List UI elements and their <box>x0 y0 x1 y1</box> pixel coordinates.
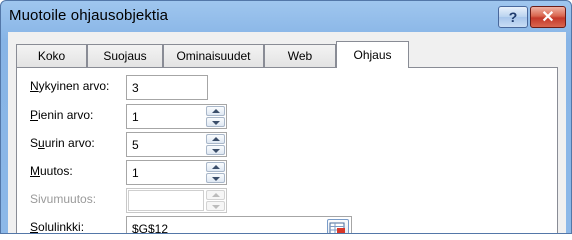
increment-spin-up-button[interactable] <box>206 162 225 172</box>
triangle-down-icon <box>212 205 220 209</box>
minimum-spinner <box>206 106 225 127</box>
maximum-value-text: 5 <box>132 138 139 152</box>
triangle-down-icon <box>212 177 220 181</box>
close-icon: ✕ <box>541 9 555 26</box>
triangle-up-icon <box>212 165 220 169</box>
title-bar[interactable]: Muotoile ohjausobjektia ? ✕ <box>1 1 571 33</box>
tab-label: Web <box>287 49 313 63</box>
close-button[interactable]: ✕ <box>530 6 566 28</box>
page-change-label: Sivumuutos: <box>30 192 97 206</box>
minimum-spin-up-button[interactable] <box>206 106 225 116</box>
increment-value-text: 1 <box>132 166 139 180</box>
tab-ohjaus[interactable]: Ohjaus <box>336 41 409 68</box>
cell-link-label: Solulinkki: <box>30 220 85 234</box>
triangle-down-icon <box>212 149 220 153</box>
tab-web[interactable]: Web <box>264 44 336 67</box>
tab-suojaus[interactable]: Suojaus <box>87 44 163 67</box>
maximum-spin-up-button[interactable] <box>206 134 225 144</box>
page-change-disabled-box <box>128 190 204 211</box>
tab-ominaisuudet[interactable]: Ominaisuudet <box>163 44 264 67</box>
current-value-text: 3 <box>132 81 139 95</box>
range-picker-icon <box>329 222 345 233</box>
increment-label: Muutos: <box>30 164 73 178</box>
tab-label: Ominaisuudet <box>176 49 251 63</box>
help-icon: ? <box>508 9 518 25</box>
page-change-input <box>126 188 227 213</box>
page-change-spinner <box>206 190 225 211</box>
page-change-spin-down-button <box>206 201 225 211</box>
minimum-input[interactable]: 1 <box>126 104 227 129</box>
minimum-value-text: 1 <box>132 110 139 124</box>
ohjaus-panel: Nykyinen arvo: 3 Pienin arvo: 1 Suurin a… <box>16 67 558 234</box>
help-button[interactable]: ? <box>498 6 528 28</box>
dialog-window: Muotoile ohjausobjektia ? ✕ Koko Suojaus… <box>0 0 572 234</box>
increment-spin-down-button[interactable] <box>206 173 225 183</box>
current-value-input[interactable]: 3 <box>126 75 208 100</box>
triangle-down-icon <box>212 121 220 125</box>
maximum-label: Suurin arvo: <box>30 136 95 150</box>
page-change-spin-up-button <box>206 190 225 200</box>
tab-label: Koko <box>37 49 66 63</box>
maximum-spinner <box>206 134 225 155</box>
maximum-input[interactable]: 5 <box>126 132 227 157</box>
cell-link-value-text: $G$12 <box>132 222 169 234</box>
dialog-title: Muotoile ohjausobjektia <box>9 7 169 24</box>
current-value-label: Nykyinen arvo: <box>30 79 110 93</box>
triangle-up-icon <box>212 193 220 197</box>
tab-label: Ohjaus <box>353 48 392 62</box>
increment-input[interactable]: 1 <box>126 160 227 185</box>
cell-link-input[interactable]: $G$12 <box>126 216 352 234</box>
triangle-up-icon <box>212 109 220 113</box>
maximum-spin-down-button[interactable] <box>206 145 225 155</box>
increment-spinner <box>206 162 225 183</box>
cell-reference-button[interactable] <box>327 219 349 233</box>
minimum-label: Pienin arvo: <box>30 108 94 122</box>
dialog-client-area: Koko Suojaus Ominaisuudet Web Ohjaus Nyk… <box>8 32 566 234</box>
minimum-spin-down-button[interactable] <box>206 117 225 127</box>
tab-koko[interactable]: Koko <box>16 44 87 67</box>
tab-label: Suojaus <box>103 49 147 63</box>
triangle-up-icon <box>212 137 220 141</box>
